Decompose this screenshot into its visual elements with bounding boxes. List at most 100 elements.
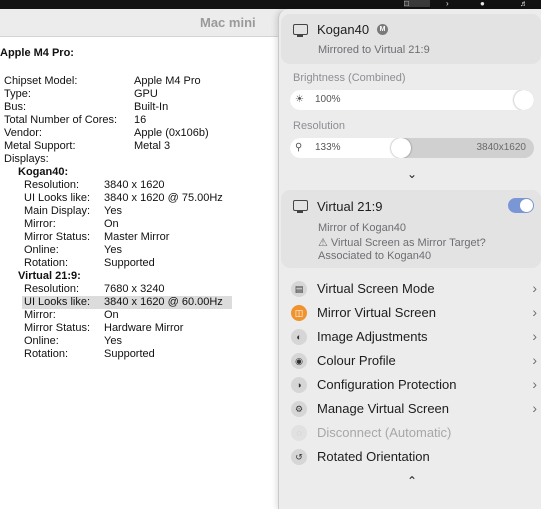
info-row: UI Looks like: 3840 x 1620 @ 60.00Hz <box>22 296 232 309</box>
display-card-kogan40[interactable]: Kogan40 M Mirrored to Virtual 21:9 <box>281 14 541 64</box>
info-row: Mirror Status: Master Mirror <box>0 231 290 244</box>
info-row: Resolution: 3840 x 1620 <box>0 179 290 192</box>
display-subtitle: Mirrored to Virtual 21:9 <box>318 44 430 56</box>
adjust-icon: ◐ <box>291 329 307 345</box>
info-key: Total Number of Cores: <box>4 114 118 126</box>
submenu-chevron-right-icon: › <box>532 328 537 344</box>
info-row: Mirror: On <box>0 309 290 322</box>
info-value: Apple (0x106b) <box>134 127 209 139</box>
display-name: Kogan40 <box>317 22 370 37</box>
menu-item-label: Rotated Orientation <box>317 449 430 464</box>
display-card-virtual[interactable]: Virtual 21:9 Mirror of Kogan40 ⚠ Virtual… <box>281 190 541 268</box>
window-titlebar: Mac mini <box>0 9 290 37</box>
info-value: On <box>104 309 119 321</box>
info-key: Chipset Model: <box>4 75 78 87</box>
info-row: Type: GPU <box>0 88 290 101</box>
menu-item-manage-virtual-screen[interactable]: ⚙ Manage Virtual Screen › <box>289 397 541 421</box>
info-value: 7680 x 3240 <box>104 283 165 295</box>
resolution-label: Resolution <box>293 120 345 132</box>
sun-icon: ☀ <box>295 94 304 105</box>
info-value: Metal 3 <box>134 140 171 152</box>
layers-icon: ▤ <box>291 281 307 297</box>
info-key: Kogan40: <box>18 166 69 178</box>
info-value: Yes <box>104 205 122 217</box>
expand-chevron-up-icon[interactable]: ⌃ <box>404 474 420 488</box>
help-icon[interactable]: ● <box>480 0 485 8</box>
info-key: Rotation: <box>24 257 69 269</box>
info-value: 3840 x 1620 @ 75.00Hz <box>104 192 223 204</box>
virtual-associated: Associated to Kogan40 <box>318 250 432 262</box>
info-key: Rotation: <box>24 348 69 360</box>
info-value: GPU <box>134 88 158 100</box>
info-value: 3840 x 1620 @ 60.00Hz <box>104 296 223 308</box>
resolution-slider-knob[interactable] <box>391 138 411 158</box>
submenu-chevron-right-icon: › <box>532 376 537 392</box>
info-row: Metal Support: Metal 3 <box>0 140 290 153</box>
info-row: Virtual 21:9: <box>0 270 290 283</box>
info-key: Mirror: <box>24 218 56 230</box>
virtual-display-name: Virtual 21:9 <box>317 199 383 214</box>
info-row: Rotation: Supported <box>0 257 290 270</box>
status-icon[interactable]: › <box>446 0 449 8</box>
info-row: Mirror Status: Hardware Mirror <box>0 322 290 335</box>
info-row: Online: Yes <box>0 335 290 348</box>
info-key: Resolution: <box>24 283 80 295</box>
menu-item-virtual-screen-mode[interactable]: ▤ Virtual Screen Mode › <box>289 277 541 301</box>
info-key: Resolution: <box>24 179 80 191</box>
resolution-fill <box>290 138 401 158</box>
menu-item-label: Image Adjustments <box>317 329 428 344</box>
menu-bar: □ › ● ♬ <box>0 0 541 9</box>
info-row: Vendor: Apple (0x106b) <box>0 127 290 140</box>
monitor-icon <box>293 24 308 37</box>
info-key: Online: <box>24 335 59 347</box>
brightness-label: Brightness (Combined) <box>293 72 406 84</box>
info-value: Yes <box>104 244 122 256</box>
virtual-mirror-of: Mirror of Kogan40 <box>318 222 407 234</box>
info-key: Mirror Status: <box>24 322 91 334</box>
menu-item-label: Virtual Screen Mode <box>317 281 435 296</box>
collapse-chevron-down-icon[interactable]: ⌄ <box>404 167 420 181</box>
magnifier-icon: ⚲ <box>295 142 303 153</box>
menu-item-colour-profile[interactable]: ◉ Colour Profile › <box>289 349 541 373</box>
menu-item-label: Colour Profile <box>317 353 396 368</box>
info-key: Type: <box>4 88 31 100</box>
info-key: Online: <box>24 244 59 256</box>
menu-item-mirror-virtual-screen[interactable]: ◫ Mirror Virtual Screen › <box>289 301 541 325</box>
menu-item-disconnect-automatic: ◌ Disconnect (Automatic) <box>289 421 541 445</box>
info-value: Yes <box>104 335 122 347</box>
brightness-slider-knob[interactable] <box>514 90 534 110</box>
volume-icon[interactable]: ♬ <box>520 0 528 8</box>
submenu-chevron-right-icon: › <box>532 400 537 416</box>
info-key: Mirror: <box>24 309 56 321</box>
brightness-slider[interactable]: ☀ 100% <box>290 90 534 110</box>
info-key: Main Display: <box>24 205 91 217</box>
mirror-icon: ◫ <box>291 305 307 321</box>
info-row: Kogan40: <box>0 166 290 179</box>
info-row: Displays: <box>0 153 290 166</box>
system-information-window: Mac mini Apple M4 Pro: Chipset Model: App… <box>0 9 290 509</box>
info-value: Supported <box>104 257 155 269</box>
power-icon: ◌ <box>291 425 307 441</box>
menu-item-label: Disconnect (Automatic) <box>317 425 452 440</box>
menu-item-label: Configuration Protection <box>317 377 457 392</box>
submenu-chevron-right-icon: › <box>532 304 537 320</box>
info-row: Bus: Built-In <box>0 101 290 114</box>
info-row: Mirror: On <box>0 218 290 231</box>
toggle-knob <box>520 199 533 212</box>
display-menu-icon[interactable]: □ <box>404 0 430 8</box>
menu-item-rotated-orientation[interactable]: ↺ Rotated Orientation <box>289 445 541 469</box>
resolution-slider[interactable]: ⚲ 133% 3840x1620 <box>290 138 534 158</box>
info-value: Master Mirror <box>104 231 170 243</box>
info-key: Mirror Status: <box>24 231 91 243</box>
info-value: Apple M4 Pro <box>134 75 201 87</box>
gears-icon: ⚙ <box>291 401 307 417</box>
resolution-scale-value: 133% <box>315 142 341 153</box>
virtual-screen-toggle[interactable] <box>508 198 534 213</box>
menu-item-image-adjustments[interactable]: ◐ Image Adjustments › <box>289 325 541 349</box>
virtual-monitor-icon <box>293 200 308 213</box>
info-value: 16 <box>134 114 147 126</box>
menu-item-label: Manage Virtual Screen <box>317 401 450 416</box>
info-key: UI Looks like: <box>24 192 91 204</box>
menu-item-configuration-protection[interactable]: ◑ Configuration Protection › <box>289 373 541 397</box>
shield-icon: ◑ <box>291 377 307 393</box>
